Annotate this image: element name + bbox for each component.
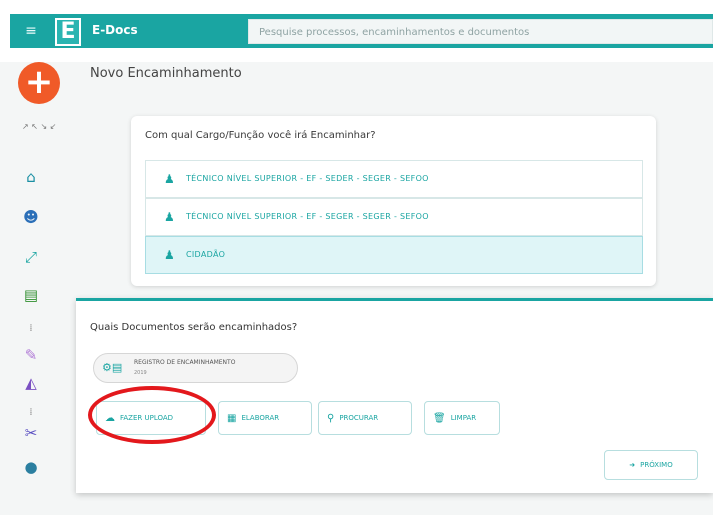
role-question: Com qual Cargo/Função você irá Encaminha… [145,130,376,141]
role-option-2[interactable]: ♟ TÉCNICO NÍVEL SUPERIOR - EF - SEGER - … [145,198,643,236]
trash-icon: 🗑 [433,412,446,424]
magnifier-icon: ⚲ [327,412,335,424]
elaborate-button[interactable]: ▦ ELABORAR [218,401,312,435]
app-title: E-Docs [92,23,138,37]
keyboard-icon: ▦ [227,412,237,424]
divider-icon: ⁞ [29,323,33,334]
person-icon: ♟ [164,172,175,186]
role-option-label: CIDADÃO [186,250,226,259]
elaborate-button-label: ELABORAR [241,414,280,422]
new-item-button[interactable]: + [18,62,60,104]
next-button-label: PRÓXIMO [640,461,673,469]
documents-question: Quais Documentos serão encaminhados? [90,322,298,333]
clear-button[interactable]: 🗑 LIMPAR [424,401,500,435]
share-icon[interactable]: ⤢ [22,248,40,266]
users-icon[interactable]: ☻ [22,208,40,226]
person-icon: ♟ [164,248,175,262]
search-button[interactable]: ⚲ PROCURAR [318,401,412,435]
home-icon[interactable]: ⌂ [22,168,40,186]
role-option-label: TÉCNICO NÍVEL SUPERIOR - EF - SEDER - SE… [186,174,429,183]
clear-button-label: LIMPAR [450,414,477,422]
search-input[interactable] [249,21,712,44]
help-icon[interactable]: ● [22,458,40,476]
search-box [248,19,713,44]
upload-button[interactable]: ☁ FAZER UPLOAD [96,401,206,435]
divider-icon-2: ⁞ [29,407,33,418]
document-file-icon: ⚙▤ [102,361,123,374]
next-button[interactable]: ➜ PRÓXIMO [604,450,698,480]
document-name: REGISTRO DE ENCAMINHAMENTO [134,359,236,366]
expand-collapse-icon[interactable]: ↗ ↖ ↘ ↙ [22,122,56,131]
upload-icon: ☁ [105,412,115,424]
edit-icon[interactable]: ✎ [22,346,40,364]
document-subtitle: 2019 [134,370,147,376]
document-chip[interactable]: ⚙▤ REGISTRO DE ENCAMINHAMENTO 2019 [93,353,298,383]
tools-icon[interactable]: ✂ [22,424,40,442]
hamburger-menu-icon[interactable]: ≡ [24,24,38,38]
document-icon[interactable]: ▤ [22,286,40,304]
role-option-1[interactable]: ♟ TÉCNICO NÍVEL SUPERIOR - EF - SEDER - … [145,160,643,198]
arrow-right-icon: ➜ [629,461,636,469]
role-option-3[interactable]: ♟ CIDADÃO [145,236,643,274]
app-logo: E [55,18,81,46]
person-icon: ♟ [164,210,175,224]
role-option-label: TÉCNICO NÍVEL SUPERIOR - EF - SEGER - SE… [186,212,429,221]
upload-button-label: FAZER UPLOAD [120,414,174,422]
chart-icon[interactable]: ◭ [22,374,40,392]
page-title: Novo Encaminhamento [90,66,242,81]
search-button-label: PROCURAR [339,414,379,422]
